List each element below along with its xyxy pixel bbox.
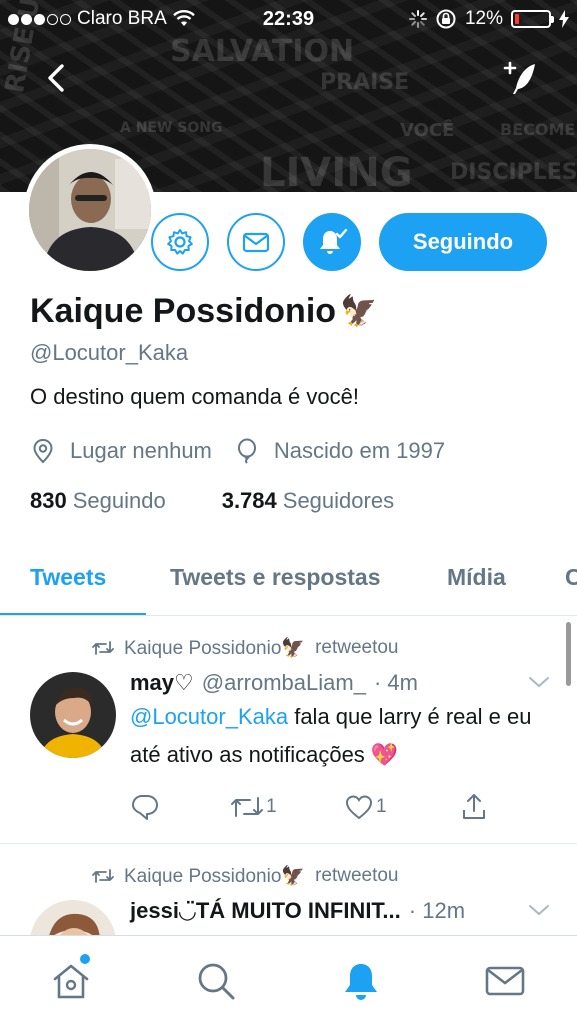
retweet-button[interactable]: 1 [230, 794, 344, 820]
banner-word: BECOME [500, 120, 576, 139]
eagle-emoji: 🦅 [340, 295, 378, 328]
tweet-mention[interactable]: @Locutor_Kaka [130, 704, 288, 729]
battery-percent: 12% [464, 8, 503, 29]
profile-handle: @Locutor_Kaka [30, 340, 189, 365]
banner-word: LIVING [260, 150, 413, 192]
back-button[interactable] [40, 60, 76, 96]
gear-icon [167, 229, 193, 255]
banner-word: A NEW SONG [120, 120, 223, 136]
retweet-context: Kaique Possidonio🦅 retweetou [92, 636, 399, 660]
compose-feather-icon [503, 61, 535, 94]
author-photo [30, 672, 116, 758]
battery-level [515, 14, 519, 24]
scrollbar[interactable] [566, 622, 571, 686]
tweet-time: · 4m [373, 670, 418, 695]
tweet-time: · 12m [408, 898, 466, 923]
retweet-icon [92, 869, 114, 883]
banner-word: PRAISE [320, 70, 410, 95]
profile-avatar[interactable] [24, 144, 156, 276]
followers-count: 3.784 [221, 488, 277, 513]
compose-tweet-button[interactable] [501, 58, 541, 98]
tweet-author-avatar[interactable] [30, 672, 116, 758]
settings-button[interactable] [151, 213, 209, 271]
retweet-context: Kaique Possidonio🦅 retweetou [92, 864, 399, 888]
balloon-icon [237, 438, 256, 464]
following-count: 830 [30, 488, 67, 513]
like-button[interactable]: 1 [344, 793, 460, 821]
status-bar: Claro BRA 22:39 12% [0, 0, 577, 40]
heart-icon [345, 795, 373, 820]
envelope-icon [242, 232, 270, 253]
tweet[interactable]: Kaique Possidonio🦅 retweetou may♡ @arrom… [0, 616, 577, 844]
avatar [29, 149, 151, 271]
status-right: 12% [408, 8, 569, 30]
charging-icon [559, 10, 569, 28]
chevron-down-icon [529, 677, 549, 688]
profile-name: Kaique Possidonio 🦅 [30, 292, 377, 331]
tweet-author-name[interactable]: may♡ [130, 670, 194, 696]
retweet-label: retweetou [315, 637, 399, 658]
followers-count-link[interactable]: 3.784 Seguidores [222, 488, 394, 514]
tweet-menu-button[interactable] [527, 674, 551, 695]
reply-button[interactable] [130, 793, 230, 821]
following-label: Seguindo [72, 488, 166, 513]
tab-likes[interactable]: Curtidas [565, 564, 577, 591]
like-count: 1 [376, 796, 387, 817]
following-button[interactable]: Seguindo [379, 213, 547, 271]
tweet-text: @Locutor_Kaka fala que larry é real e eu… [130, 698, 540, 774]
retweet-count: 1 [266, 796, 277, 817]
following-count-link[interactable]: 830 Seguindo [30, 488, 166, 514]
bell-check-icon [320, 228, 348, 254]
search-icon [198, 963, 235, 1000]
retweet-icon [231, 797, 263, 817]
location: Lugar nenhum [30, 438, 212, 464]
reply-icon [132, 795, 158, 820]
messages-tab[interactable] [484, 960, 526, 1002]
share-icon [463, 794, 485, 819]
profile-bio: O destino quem comanda é você! [30, 384, 359, 409]
tab-tweets[interactable]: Tweets [30, 564, 106, 591]
followers-label: Seguidores [282, 488, 395, 513]
chevron-down-icon [529, 905, 549, 916]
share-button[interactable] [460, 792, 488, 822]
notifications-toggle-button[interactable] [303, 213, 361, 271]
tab-media[interactable]: Mídia [447, 564, 506, 591]
location-pin-icon [33, 438, 53, 464]
notifications-tab[interactable] [340, 960, 382, 1002]
retweet-icon [92, 641, 114, 655]
tweet-header: jessi◡̈TÁ MUITO INFINIT... · 12m [130, 898, 465, 924]
message-button[interactable] [227, 213, 285, 271]
profile-stats: 830 Seguindo 3.784 Seguidores [30, 488, 394, 514]
new-content-dot [80, 954, 90, 964]
home-icon [53, 964, 89, 999]
tweet-actions: 1 1 [130, 792, 488, 822]
envelope-icon [485, 966, 525, 996]
retweeted-by[interactable]: Kaique Possidonio🦅 [124, 636, 305, 660]
tab-tweets-and-replies[interactable]: Tweets e respostas [170, 564, 381, 591]
avatar-photo [29, 149, 151, 271]
profile-meta: Lugar nenhum Nascido em 1997 [30, 438, 445, 464]
profile-tabs: Tweets Tweets e respostas Mídia Curtidas [0, 548, 577, 616]
tweet-author-name[interactable]: jessi◡̈TÁ MUITO INFINIT... [130, 898, 401, 924]
profile-name-text: Kaique Possidonio [30, 292, 337, 330]
search-tab[interactable] [195, 960, 237, 1002]
rotation-lock-icon [436, 9, 456, 29]
banner-word: DISCIPLES [450, 160, 577, 185]
chevron-left-icon [48, 64, 64, 92]
battery-icon [511, 10, 554, 28]
bell-icon [345, 964, 377, 1000]
tweet-menu-button[interactable] [527, 902, 551, 923]
tweet-author-handle: @arrombaLiam_ [201, 670, 366, 695]
location-text: Lugar nenhum [70, 438, 212, 463]
bottom-tab-bar [0, 935, 577, 1024]
retweet-label: retweetou [315, 865, 399, 886]
home-tab[interactable] [50, 954, 92, 1002]
retweeted-by[interactable]: Kaique Possidonio🦅 [124, 864, 305, 888]
activity-spinner-icon [408, 10, 427, 28]
birth-text: Nascido em 1997 [273, 438, 446, 463]
banner-word: VOCÊ [400, 120, 455, 141]
tweet-header: may♡ @arrombaLiam_ · 4m [130, 670, 418, 696]
birth-date: Nascido em 1997 [234, 438, 445, 464]
